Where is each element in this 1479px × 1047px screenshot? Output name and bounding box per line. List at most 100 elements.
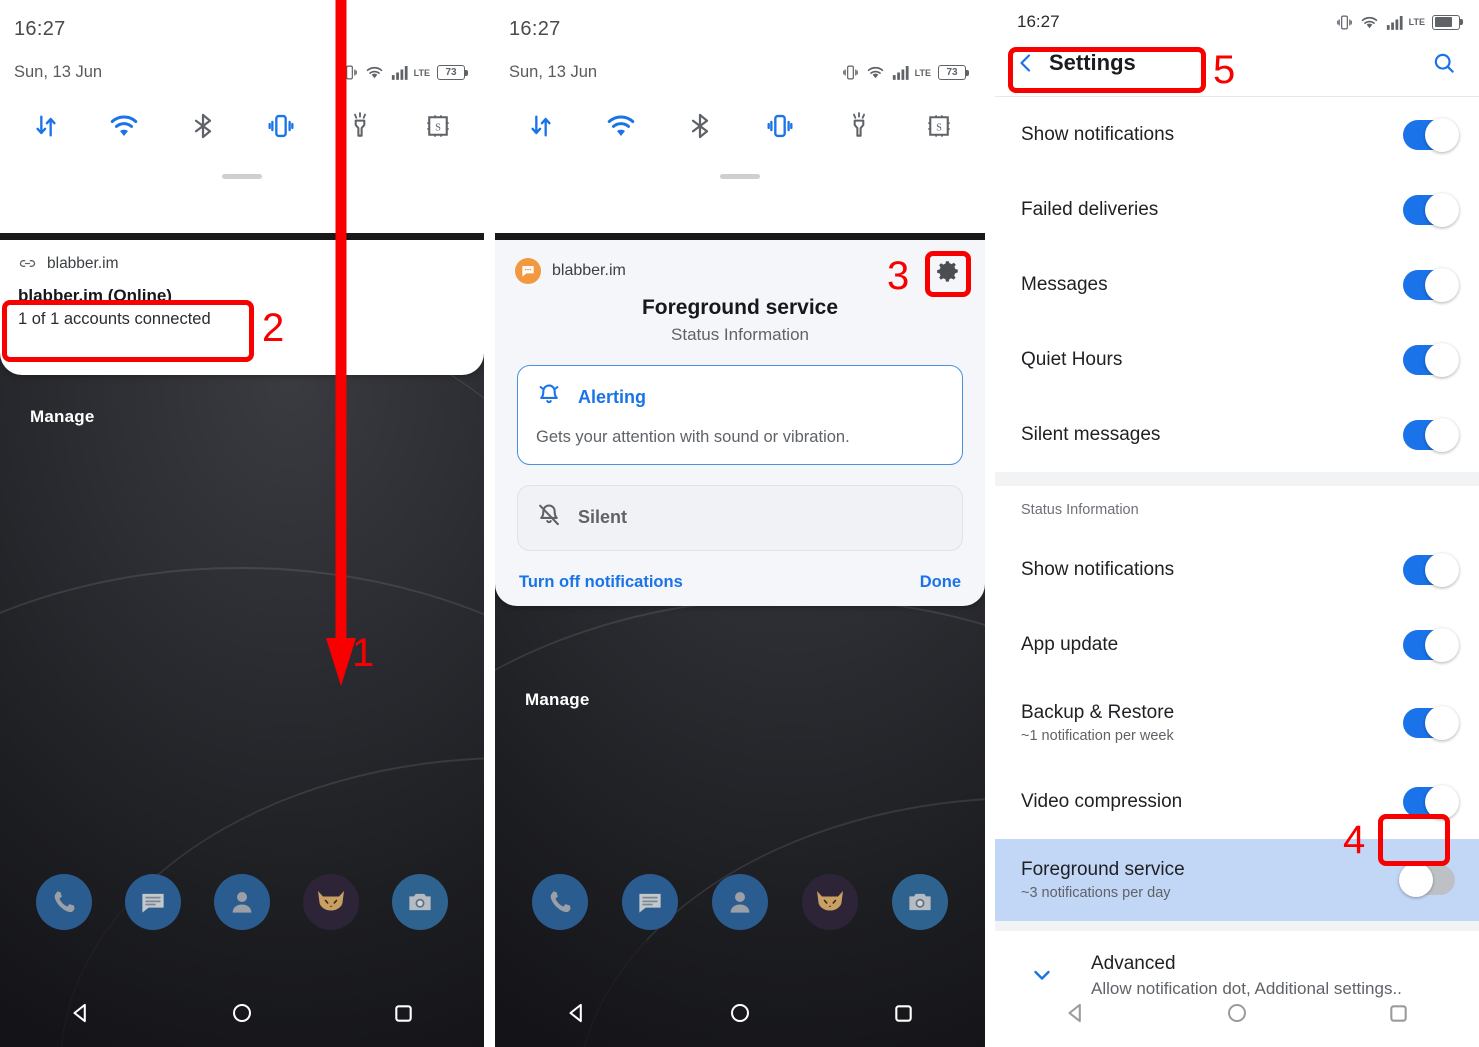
row-sublabel: ~3 notifications per day [1021, 885, 1171, 901]
messages-icon[interactable] [125, 874, 182, 930]
section-separator-2 [995, 921, 1479, 931]
turn-off-notifications-button[interactable]: Turn off notifications [519, 573, 683, 592]
row-toggle[interactable] [1403, 552, 1459, 587]
row-toggle[interactable] [1403, 342, 1459, 377]
battery-icon [1432, 14, 1463, 30]
manage-label-2[interactable]: Manage [525, 690, 590, 710]
settings-row-quiet-hours[interactable]: Quiet Hours [995, 322, 1479, 397]
signal-bars-icon [1386, 15, 1403, 30]
back-nav-icon[interactable] [1048, 990, 1104, 1036]
camera-icon[interactable] [391, 874, 448, 930]
recents-nav-icon[interactable] [375, 990, 431, 1036]
settings-row-show-notifications[interactable]: Show notifications [995, 97, 1479, 172]
row-toggle[interactable] [1403, 192, 1459, 227]
shade-clock: 16:27 [509, 18, 561, 40]
home-nav-icon[interactable] [214, 990, 270, 1036]
settings-row-backup-restore[interactable]: Backup & Restore ~1 notification per wee… [995, 682, 1479, 764]
camera-icon[interactable] [892, 874, 948, 930]
settings-group-status-information: Show notifications App update Backup & R… [995, 532, 1479, 921]
phone-icon[interactable] [36, 874, 93, 930]
row-label: Failed deliveries [1021, 198, 1159, 220]
back-nav-icon[interactable] [549, 990, 605, 1036]
settings-row-silent-messages[interactable]: Silent messages [995, 397, 1479, 472]
screenshot-icon[interactable]: S [418, 106, 458, 146]
advanced-title: Advanced [1091, 953, 1176, 974]
lte-label: LTE [413, 67, 430, 78]
quick-settings-shade-1: 16:27 Sun, 13 Jun LTE 73 S [0, 0, 484, 237]
notification-title: blabber.im (Online) [18, 286, 172, 305]
settings-row-show-notifications-2[interactable]: Show notifications [995, 532, 1479, 607]
notification-card-1[interactable]: blabber.im blabber.im (Online) 1 of 1 ac… [0, 240, 484, 375]
recents-nav-icon[interactable] [1370, 990, 1426, 1036]
gear-icon[interactable] [933, 256, 963, 286]
notification-subtitle: 1 of 1 accounts connected [18, 309, 211, 328]
row-label: Foreground service [1021, 859, 1185, 880]
vibrate-icon [341, 65, 357, 80]
shade-drag-handle[interactable] [222, 174, 262, 179]
firefox-icon[interactable] [802, 874, 858, 930]
row-toggle[interactable] [1403, 267, 1459, 302]
vibrate-icon [842, 65, 858, 80]
done-button[interactable]: Done [920, 573, 961, 592]
option-name: Alerting [578, 387, 647, 407]
bluetooth-icon[interactable] [680, 106, 720, 146]
row-toggle[interactable] [1403, 627, 1459, 662]
battery-icon: 73 [437, 65, 468, 80]
settings-row-foreground-service[interactable]: Foreground service ~3 notifications per … [995, 839, 1479, 921]
battery-percent: 73 [938, 65, 966, 80]
firefox-icon[interactable] [302, 874, 359, 930]
row-label: Silent messages [1021, 423, 1161, 445]
row-toggle[interactable] [1403, 784, 1459, 819]
wifi-icon[interactable] [104, 106, 144, 146]
row-toggle[interactable] [1403, 706, 1459, 740]
shade-drag-handle[interactable] [720, 174, 760, 179]
settings-row-app-update[interactable]: App update [995, 607, 1479, 682]
phone-icon[interactable] [532, 874, 588, 930]
home-dock-1 [0, 874, 484, 930]
bluetooth-icon[interactable] [183, 106, 223, 146]
flashlight-icon[interactable] [340, 106, 380, 146]
wifi-icon [366, 66, 382, 79]
wifi-icon [867, 66, 883, 79]
page-title: Settings [1049, 50, 1136, 75]
data-transfer-icon[interactable] [26, 106, 66, 146]
vibrate-icon[interactable] [261, 106, 301, 146]
contacts-icon[interactable] [213, 874, 270, 930]
messages-icon[interactable] [622, 874, 678, 930]
back-nav-icon[interactable] [53, 990, 109, 1036]
settings-row-advanced[interactable]: Advanced Allow notification dot, Additio… [995, 931, 1479, 999]
quick-tiles-row-1: S [0, 82, 484, 146]
recents-nav-icon[interactable] [875, 990, 931, 1036]
home-nav-icon[interactable] [712, 990, 768, 1036]
settings-row-video-compression[interactable]: Video compression [995, 764, 1479, 839]
home-nav-icon[interactable] [1209, 990, 1265, 1036]
row-label: Messages [1021, 273, 1108, 295]
system-navbar-2 [495, 990, 985, 1036]
vibrate-icon[interactable] [760, 106, 800, 146]
data-transfer-icon[interactable] [521, 106, 561, 146]
settings-row-messages[interactable]: Messages [995, 247, 1479, 322]
settings-row-failed-deliveries[interactable]: Failed deliveries [995, 172, 1479, 247]
tutorial-screenshot: 16:27 Sun, 13 Jun LTE 73 S blabber.im bl… [0, 0, 1479, 1047]
contacts-icon[interactable] [712, 874, 768, 930]
manage-label-1[interactable]: Manage [30, 407, 95, 427]
row-toggle[interactable] [1403, 117, 1459, 152]
lte-label: LTE [914, 67, 931, 78]
chevron-down-icon[interactable] [1021, 953, 1063, 987]
chevron-left-icon[interactable] [1009, 46, 1043, 80]
flashlight-icon[interactable] [839, 106, 879, 146]
importance-option-alerting[interactable]: Alerting Gets your attention with sound … [517, 365, 963, 465]
search-icon[interactable] [1427, 46, 1461, 80]
option-name: Silent [578, 507, 628, 527]
row-toggle[interactable] [1403, 417, 1459, 452]
screenshot-icon[interactable]: S [919, 106, 959, 146]
wifi-icon[interactable] [601, 106, 641, 146]
row-toggle[interactable] [1399, 863, 1455, 897]
vibrate-icon [1336, 15, 1352, 29]
svg-text:S: S [435, 123, 441, 134]
home-dock-2 [495, 874, 985, 930]
wifi-icon [1361, 16, 1377, 28]
importance-option-silent[interactable]: Silent [517, 485, 963, 551]
system-navbar-3 [995, 990, 1479, 1036]
battery-percent: 73 [437, 65, 465, 80]
